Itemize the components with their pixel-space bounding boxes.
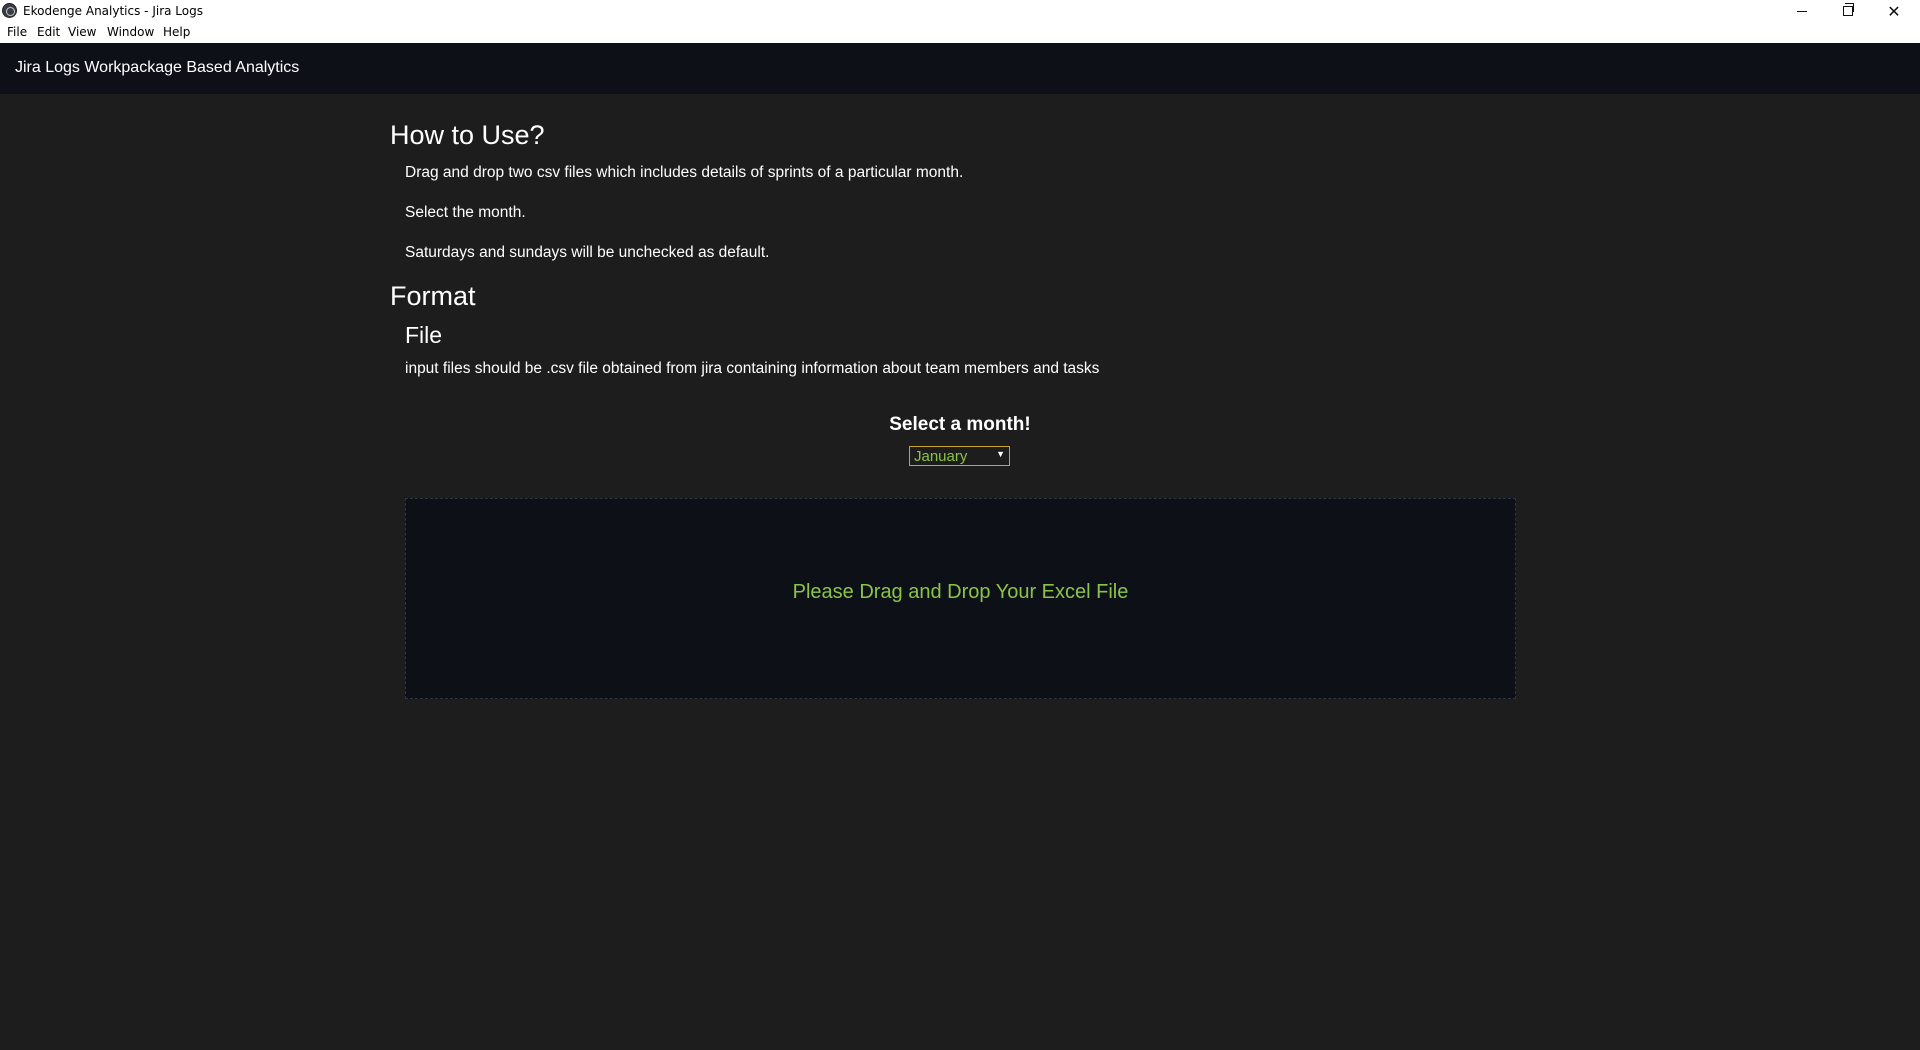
minimize-icon[interactable] [1780, 0, 1824, 22]
window-title: Ekodenge Analytics - Jira Logs [23, 4, 203, 18]
month-select-value: January [914, 448, 968, 465]
main-content: How to Use? Drag and drop two csv files … [0, 94, 1920, 1050]
month-select[interactable]: January ▼ [909, 446, 1010, 466]
window-titlebar: Ekodenge Analytics - Jira Logs ✕ [0, 0, 1920, 22]
menu-window[interactable]: Window [107, 25, 154, 39]
menu-file[interactable]: File [7, 25, 27, 39]
menu-help[interactable]: Help [163, 25, 190, 39]
close-icon[interactable]: ✕ [1872, 0, 1916, 22]
instruction-step-1: Drag and drop two csv files which includ… [405, 164, 964, 181]
how-to-use-heading: How to Use? [390, 120, 545, 150]
drop-zone-text: Please Drag and Drop Your Excel File [792, 581, 1129, 603]
format-heading: Format [390, 281, 476, 311]
menu-bar: File Edit View Window Help [0, 22, 1920, 43]
chevron-down-icon: ▼ [996, 449, 1005, 459]
instruction-step-2: Select the month. [405, 204, 526, 221]
menu-view[interactable]: View [68, 25, 96, 39]
restore-icon[interactable] [1826, 0, 1870, 22]
app-header: Jira Logs Workpackage Based Analytics [0, 43, 1920, 94]
file-format-description: input files should be .csv file obtained… [405, 360, 1100, 377]
file-heading: File [405, 322, 443, 348]
file-drop-zone[interactable]: Please Drag and Drop Your Excel File [405, 498, 1516, 699]
app-title: Jira Logs Workpackage Based Analytics [15, 59, 300, 76]
app-logo-icon [2, 3, 17, 18]
instruction-step-3: Saturdays and sundays will be unchecked … [405, 244, 770, 261]
menu-edit[interactable]: Edit [37, 25, 60, 39]
month-select-label: Select a month! [889, 414, 1031, 435]
